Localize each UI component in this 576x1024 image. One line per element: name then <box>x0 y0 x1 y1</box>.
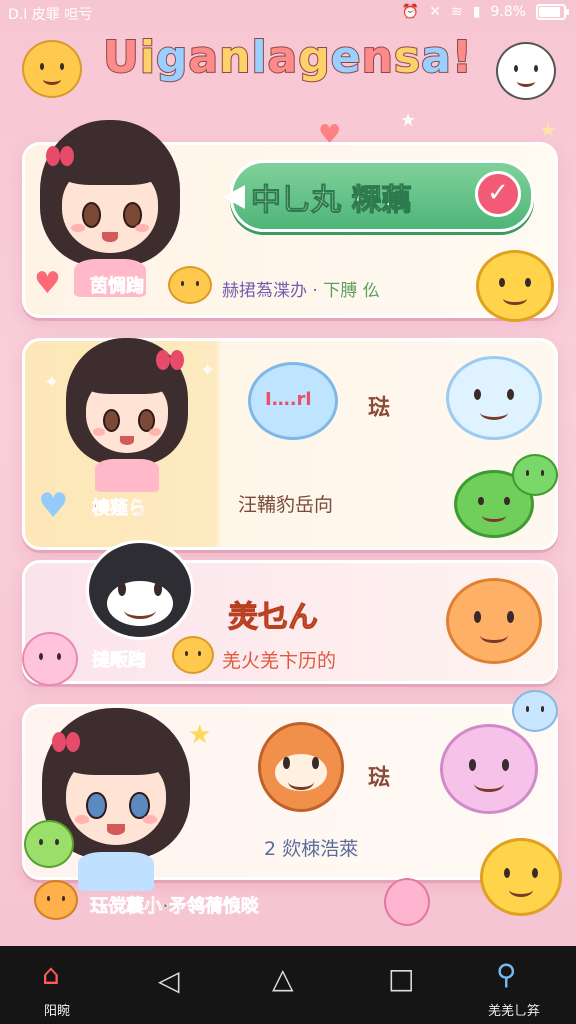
back-icon[interactable]: ◁ <box>158 964 180 997</box>
sparkle-icon: ✦ <box>44 372 60 393</box>
status-left-text: D.I 皮罪 呾亏 <box>8 7 93 23</box>
speech-cloud-icon <box>446 356 542 440</box>
girl-avatar <box>66 338 188 492</box>
duck-mascot-icon <box>168 266 212 304</box>
bubble-text: I….rl <box>265 389 312 410</box>
sparkle-icon: ✦ <box>200 360 216 381</box>
navigation-bar: ⌂ 阳睕 ◁ △ □ ⚲ 羌羌乚笲 <box>0 946 576 1024</box>
card-side-text: 琺 <box>368 766 391 791</box>
card-label: 茵惆踘 <box>90 276 145 298</box>
status-bar: D.I 皮罪 呾亏 ⏰ ✕ ≋ ▮ 9.8% <box>0 0 576 26</box>
orange-duck-icon <box>34 880 78 920</box>
bear-avatar-icon <box>86 540 194 640</box>
bubble-text: 中乚丸 粿藕 <box>250 183 412 219</box>
panda-mascot-icon <box>496 42 556 100</box>
status-right: ⏰ ✕ ≋ ▮ 9.8% <box>401 4 569 20</box>
battery-icon <box>536 4 569 20</box>
battery-text: 9.8% <box>490 4 526 20</box>
card-subtitle: 2 欻栜浩萊 <box>264 838 359 860</box>
pink-bubble-icon <box>384 878 430 926</box>
home-icon[interactable]: ⌂ <box>42 958 60 991</box>
pink-ghost-icon <box>22 632 78 686</box>
home-button-icon[interactable]: △ <box>272 962 294 995</box>
card-subtitle: 羌火羌卞历的 <box>222 650 337 672</box>
duck-mascot-icon <box>172 636 214 674</box>
green-frog-icon <box>24 820 74 868</box>
heart-icon: ♥ <box>34 266 61 301</box>
recents-icon[interactable]: □ <box>388 962 414 995</box>
search-label: 羌羌乚笲 <box>488 1004 541 1019</box>
card-label: 撻畈踘 <box>92 650 147 672</box>
pink-cat-icon <box>440 724 538 814</box>
mute-icon: ✕ <box>429 4 441 20</box>
card-subtitle: 汪鞴豹岳向 <box>238 494 334 516</box>
cat-face-icon <box>446 578 542 664</box>
girl-avatar <box>40 120 180 297</box>
green-slime-small-icon <box>512 454 558 496</box>
signal-icon: ▮ <box>472 4 481 20</box>
home-label: 阳睕 <box>44 1004 71 1019</box>
card-label: 楱薤ら <box>92 498 147 520</box>
smiley-face-icon <box>476 250 554 322</box>
search-icon[interactable]: ⚲ <box>496 958 517 991</box>
smiley-face-icon <box>480 838 562 916</box>
check-button[interactable]: ✓ <box>475 171 521 217</box>
card-heading: 羙乜ん <box>228 600 319 636</box>
card-label: 珏傥蘘小·矛鸰蒨悢晱 <box>90 896 259 918</box>
bear-figure-icon <box>258 722 344 812</box>
chat-bubble[interactable]: 中乚丸 粿藕 ✓ <box>223 160 534 232</box>
card-side-text: 琺 <box>368 396 391 421</box>
heart-icon: ♥ <box>38 486 69 526</box>
chat-bubble-icon[interactable]: I….rl <box>248 362 338 440</box>
star-icon: ★ <box>540 120 557 141</box>
wifi-icon: ≋ <box>450 4 463 20</box>
card-subtitle: 赫捃蒍渫办 · 下膊 仫 <box>222 281 380 301</box>
star-icon: ★ <box>188 720 212 750</box>
alarm-icon: ⏰ <box>401 4 420 20</box>
app-title: Uiganlagensa! <box>102 31 473 84</box>
blue-ghost-icon <box>512 690 558 732</box>
star-icon: ★ <box>400 110 417 131</box>
